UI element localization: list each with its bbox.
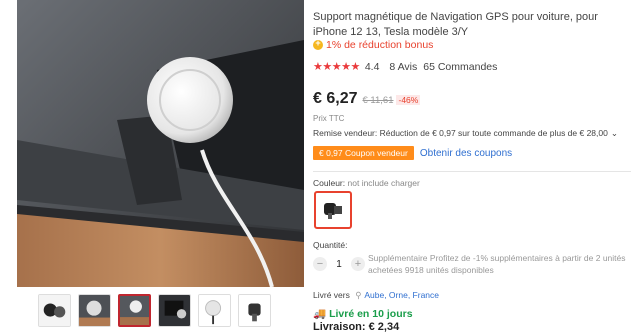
ship-to-row: Livré vers ⚲ Aube, Orne, France: [313, 290, 439, 301]
swatch-image: [324, 203, 342, 219]
thumbnail-5[interactable]: [198, 294, 231, 327]
thumbnail-1[interactable]: [38, 294, 71, 327]
orders-count: 65 Commandes: [423, 60, 498, 73]
reviews-link[interactable]: 8 Avis: [389, 61, 417, 73]
bonus-row[interactable]: 1% de réduction bonus: [313, 38, 434, 51]
chevron-down-icon: ⌄: [610, 128, 618, 138]
color-label-row: Couleur: not include charger: [313, 178, 420, 188]
quantity-minus-button[interactable]: −: [313, 257, 327, 271]
product-title: Support magnétique de Navigation GPS pou…: [313, 11, 598, 38]
thumbnail-4[interactable]: [158, 294, 191, 327]
quantity-plus-button[interactable]: +: [351, 257, 365, 271]
main-product-image[interactable]: [17, 0, 304, 287]
thumbnail-2[interactable]: [78, 294, 111, 327]
thumbnail-3-selected[interactable]: [118, 294, 151, 327]
tax-note: Prix TTC: [313, 114, 345, 123]
seller-discount-text: Remise vendeur: Réduction de € 0,97 sur …: [313, 128, 608, 138]
star-rating-icon: ★★★★★: [313, 61, 360, 73]
rating-row: ★★★★★ 4.4 8 Avis 65 Commandes: [313, 60, 498, 74]
color-swatch-selected[interactable]: [314, 191, 352, 229]
price-row: € 6,27 € 11,61 -46%: [313, 90, 421, 108]
get-coupons-link[interactable]: Obtenir des coupons: [420, 148, 512, 159]
divider: [313, 171, 631, 172]
thumbnail-6[interactable]: [238, 294, 271, 327]
product-photo-illustration: [17, 0, 304, 287]
quantity-stepper: − 1 +: [313, 257, 365, 271]
quantity-info: Supplémentaire Profitez de -1% supplémen…: [368, 253, 626, 275]
location-pin-icon: ⚲: [355, 290, 362, 300]
quantity-value[interactable]: 1: [327, 259, 351, 270]
truck-icon: 🚚: [313, 308, 327, 320]
bonus-text: 1% de réduction bonus: [326, 39, 434, 51]
color-value: not include charger: [347, 178, 420, 188]
seller-discount[interactable]: Remise vendeur: Réduction de € 0,97 sur …: [313, 128, 618, 139]
original-price: € 11,61: [362, 95, 394, 106]
color-label: Couleur:: [313, 178, 346, 188]
ship-to-label: Livré vers: [313, 290, 350, 300]
coupon-row: € 0,97 Coupon vendeur Obtenir des coupon…: [313, 146, 512, 160]
quantity-label: Quantité:: [313, 240, 348, 250]
delivery-row: 🚚 Livré en 10 jours: [313, 307, 413, 321]
delivery-time: Livré en 10 jours: [329, 307, 413, 320]
thumbnail-strip: [38, 294, 271, 327]
rating-value: 4.4: [364, 60, 380, 73]
current-price: € 6,27: [313, 90, 358, 107]
discount-badge: -46%: [396, 95, 421, 105]
shipping-cost: Livraison: € 2,34: [313, 321, 400, 332]
seller-coupon-badge[interactable]: € 0,97 Coupon vendeur: [313, 146, 414, 160]
ship-to-location-link[interactable]: Aube, Orne, France: [364, 290, 439, 300]
coin-icon: [313, 38, 323, 50]
